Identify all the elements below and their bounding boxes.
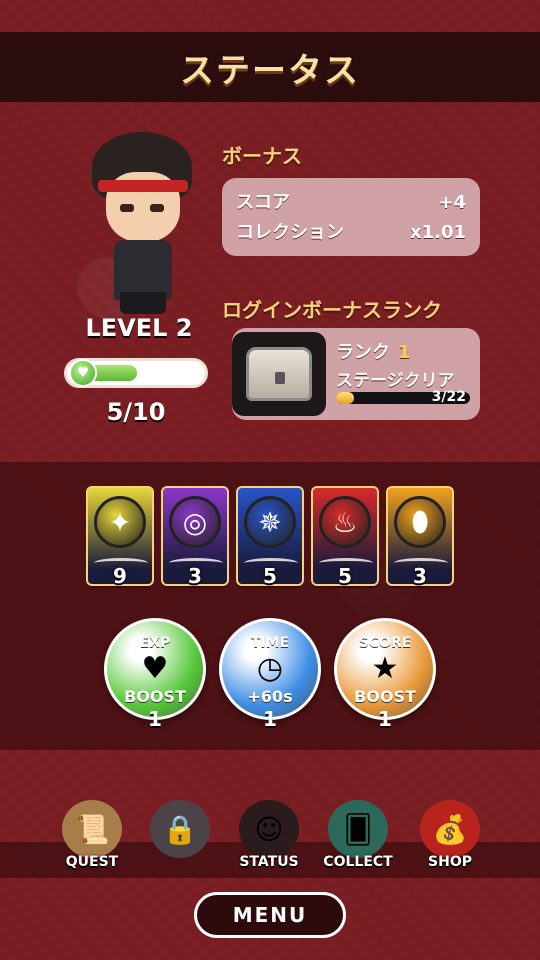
- inventory-panel: ✦ 9 ◎ 3 ✵ 5 ♨ 5 ⬮ 3 EXP ♥ BOOST 1 TIME ◷…: [0, 462, 540, 750]
- card-count: 5: [338, 564, 352, 588]
- stage-clear-label: ステージクリア: [336, 371, 455, 391]
- stage-progress-fill: [336, 392, 355, 404]
- padlock-icon: 🔒: [150, 800, 210, 858]
- stage-progress-count: 3/22: [431, 389, 466, 405]
- level-label: LEVEL 2: [85, 314, 193, 342]
- element-card-earth[interactable]: ⬮ 3: [386, 486, 454, 588]
- time-boost-button[interactable]: TIME ◷ +60s 1: [219, 618, 321, 731]
- bonus-heading: ボーナス: [222, 144, 302, 168]
- character-avatar: [78, 132, 208, 314]
- nav-status[interactable]: ☺ STATUS: [227, 800, 311, 880]
- bonus-score-label: スコア: [236, 192, 290, 213]
- bonus-row-collection: コレクション x1.01: [236, 218, 466, 248]
- bonus-box: スコア +4 コレクション x1.01: [222, 178, 480, 256]
- shuriken-icon: ✦: [94, 496, 146, 548]
- score-boost-button[interactable]: SCORE ★ BOOST 1: [334, 618, 436, 731]
- treasure-chest-icon: 💰: [420, 800, 480, 858]
- avatar-icon: ☺: [239, 800, 299, 858]
- cards-icon: 🂠: [328, 800, 388, 858]
- star-compass-icon: ✵: [244, 496, 296, 548]
- boost-bottom-label: BOOST: [124, 687, 186, 706]
- bonus-score-value: +4: [438, 192, 466, 213]
- boost-bottom-label: BOOST: [354, 687, 416, 706]
- drop-icon: ⬮: [394, 496, 446, 548]
- status-panel: LEVEL 2 ♥ 5/10 ボーナス スコア +4 コレクション x1.01 …: [0, 102, 540, 462]
- page-title: ステータス: [180, 50, 360, 91]
- boost-count: 1: [378, 707, 392, 731]
- card-count: 3: [413, 564, 427, 588]
- title-bar: ステータス: [0, 32, 540, 102]
- element-card-fire[interactable]: ♨ 5: [311, 486, 379, 588]
- nav-quest[interactable]: 📜 QUEST: [50, 800, 134, 880]
- star-icon: ★: [371, 651, 399, 686]
- nav-collect-label: COLLECT: [323, 854, 393, 870]
- bonus-collection-label: コレクション: [236, 222, 344, 243]
- boost-top-label: TIME: [250, 635, 290, 651]
- bonus-collection-value: x1.01: [409, 222, 466, 243]
- nav-status-label: STATUS: [239, 854, 299, 870]
- boost-count: 1: [263, 707, 277, 731]
- element-card-light[interactable]: ✦ 9: [86, 486, 154, 588]
- login-rank-box: ランク 1 ステージクリア 3/22: [232, 328, 480, 420]
- flame-icon: ♨: [319, 496, 371, 548]
- nav-quest-label: QUEST: [65, 854, 119, 870]
- boost-top-label: EXP: [139, 635, 171, 651]
- exp-bar: ♥: [64, 358, 208, 388]
- rank-value: 1: [398, 342, 411, 363]
- element-card-water[interactable]: ✵ 5: [236, 486, 304, 588]
- bonus-row-score: スコア +4: [236, 188, 466, 218]
- heart-icon: ♥: [69, 359, 97, 387]
- exp-boost-button[interactable]: EXP ♥ BOOST 1: [104, 618, 206, 731]
- rank-label: ランク 1: [336, 342, 411, 363]
- boost-bottom-label: +60s: [247, 687, 293, 706]
- nav-shop[interactable]: 💰 SHOP: [408, 800, 492, 880]
- swirl-icon: ◎: [169, 496, 221, 548]
- clock-icon: ◷: [256, 651, 284, 686]
- stage-progress-bar: 3/22: [336, 389, 470, 405]
- heart-icon: ♥: [141, 651, 169, 686]
- card-count: 9: [113, 564, 127, 588]
- scroll-icon: 📜: [62, 800, 122, 858]
- menu-button[interactable]: MENU: [194, 892, 346, 938]
- nav-locked[interactable]: 🔒: [138, 800, 222, 880]
- element-card-wind[interactable]: ◎ 3: [161, 486, 229, 588]
- card-count: 3: [188, 564, 202, 588]
- treasure-chest-icon: [232, 332, 326, 416]
- card-count: 5: [263, 564, 277, 588]
- login-rank-heading: ログインボーナスランク: [222, 298, 442, 322]
- nav-shop-label: SHOP: [428, 854, 472, 870]
- exp-count: 5/10: [106, 398, 166, 426]
- boost-count: 1: [148, 707, 162, 731]
- boost-top-label: SCORE: [358, 635, 412, 651]
- nav-collect[interactable]: 🂠 COLLECT: [316, 800, 400, 880]
